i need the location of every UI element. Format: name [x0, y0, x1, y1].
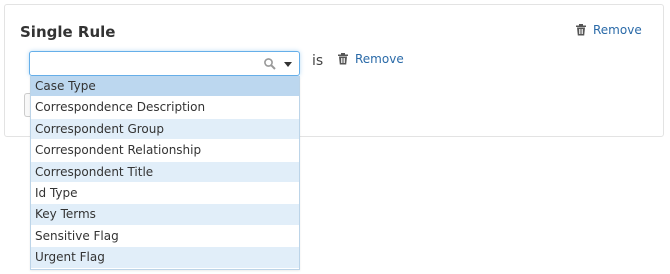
remove-rule-button[interactable]: Remove [575, 23, 642, 37]
dropdown-option[interactable]: Urgent Flag [31, 247, 299, 269]
trash-icon [576, 24, 586, 36]
dropdown-option[interactable]: Correspondent Title [31, 161, 299, 183]
panel-title: Single Rule [20, 23, 116, 41]
field-select[interactable] [29, 51, 300, 76]
operator-label: is [312, 53, 324, 69]
dropdown-option[interactable]: Id Type [31, 182, 299, 205]
search-icon [264, 58, 276, 70]
chevron-down-icon[interactable] [284, 62, 292, 67]
dropdown-option[interactable]: Key Terms [31, 204, 299, 226]
dropdown-option[interactable]: Sensitive Flag [31, 225, 299, 248]
trash-icon [338, 53, 348, 65]
dropdown-option[interactable]: Correspondent Relationship [31, 140, 299, 162]
remove-label: Remove [355, 52, 404, 66]
dropdown-option[interactable]: Correspondence Description [31, 97, 299, 119]
field-dropdown-list: Case Type Correspondence Description Cor… [30, 76, 300, 270]
remove-condition-button[interactable]: Remove [337, 52, 404, 66]
dropdown-option[interactable]: Case Type [31, 76, 299, 98]
remove-label: Remove [593, 23, 642, 37]
dropdown-option[interactable]: Correspondent Group [31, 118, 299, 141]
